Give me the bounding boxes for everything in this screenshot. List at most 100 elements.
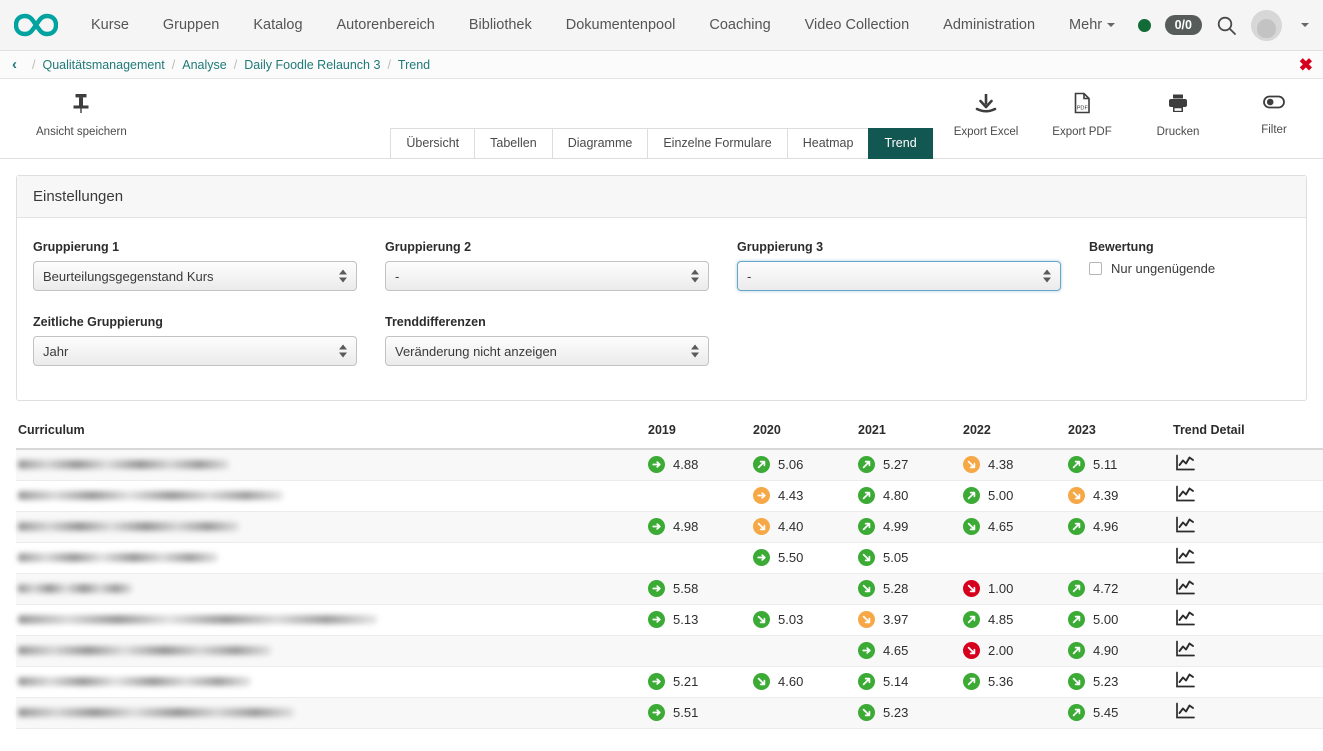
main-content: Einstellungen Gruppierung 1 Beurteilungs…	[0, 159, 1323, 729]
line-chart-icon[interactable]	[1173, 516, 1195, 537]
cell-value-2023: 5.00	[1068, 604, 1173, 635]
pdf-file-icon: PDF	[1072, 92, 1092, 119]
gruppierung-1-select[interactable]: Beurteilungsgegenstand Kurs	[33, 261, 357, 291]
line-chart-icon[interactable]	[1173, 702, 1195, 723]
breadcrumb-separator: /	[234, 58, 237, 72]
trend-arrow-up-icon	[858, 673, 875, 690]
top-navigation-bar: Kurse Gruppen Katalog Autorenbereich Bib…	[0, 0, 1323, 51]
cell-value-2022: 4.38	[963, 449, 1068, 480]
tab-uebersicht[interactable]: Übersicht	[390, 128, 474, 159]
tab-trend[interactable]: Trend	[868, 128, 932, 159]
nav-label: Autorenbereich	[337, 17, 435, 33]
nav-item-autorenbereich[interactable]: Autorenbereich	[320, 9, 452, 41]
cell-value-2019: 4.98	[648, 511, 753, 542]
nav-item-bibliothek[interactable]: Bibliothek	[452, 9, 549, 41]
field-trenddifferenzen: Trenddifferenzen Veränderung nicht anzei…	[385, 309, 709, 380]
line-chart-icon[interactable]	[1173, 640, 1195, 661]
trend-arrow-right-icon	[648, 611, 665, 628]
cell-curriculum-name	[16, 511, 648, 542]
trend-arrow-up-icon	[1068, 580, 1085, 597]
nav-item-gruppen[interactable]: Gruppen	[146, 9, 236, 41]
cell-trend-detail	[1173, 449, 1323, 480]
trend-arrow-down-icon	[753, 673, 770, 690]
table-row: 4.984.404.994.654.96	[16, 511, 1323, 542]
infinity-logo[interactable]	[12, 10, 60, 40]
trend-arrow-right-icon	[648, 704, 665, 721]
nav-item-administration[interactable]: Administration	[926, 9, 1052, 41]
cell-value-2023: 4.96	[1068, 511, 1173, 542]
trend-arrow-up-icon	[1068, 642, 1085, 659]
breadcrumb-back-chevron-left-icon[interactable]: ‹	[12, 56, 17, 73]
table-row: 5.515.235.45	[16, 697, 1323, 728]
cell-curriculum-name	[16, 480, 648, 511]
trend-arrow-down-icon	[963, 580, 980, 597]
trend-arrow-up-icon	[858, 456, 875, 473]
gruppierung-2-label: Gruppierung 2	[385, 240, 709, 254]
table-row: 4.434.805.004.39	[16, 480, 1323, 511]
nur-ungenuegende-checkbox[interactable]	[1089, 262, 1102, 275]
user-avatar[interactable]	[1251, 10, 1282, 41]
search-icon[interactable]	[1216, 15, 1237, 36]
redacted-curriculum-label	[18, 708, 294, 717]
nav-item-kurse[interactable]: Kurse	[74, 9, 146, 41]
line-chart-icon[interactable]	[1173, 454, 1195, 475]
value-label: 4.85	[988, 612, 1013, 627]
trend-table-head: Curriculum 2019 2020 2021 2022 2023 Tren…	[16, 423, 1323, 449]
nav-label: Bibliothek	[469, 17, 532, 33]
zeitliche-gruppierung-select[interactable]: Jahr	[33, 336, 357, 366]
trend-arrow-up-icon	[1068, 704, 1085, 721]
value-label: 4.65	[883, 643, 908, 658]
trend-arrow-down-icon	[753, 611, 770, 628]
nur-ungenuegende-checkbox-row[interactable]: Nur ungenügende	[1089, 261, 1290, 276]
cell-value-2022: 1.00	[963, 573, 1068, 604]
breadcrumb-item-trend[interactable]: Trend	[398, 58, 430, 72]
trend-table-body: 4.885.065.274.385.114.434.805.004.394.98…	[16, 449, 1323, 728]
trend-arrow-down-icon	[858, 704, 875, 721]
value-label: 5.50	[778, 550, 803, 565]
cell-value-2019: 5.13	[648, 604, 753, 635]
col-header-2022: 2022	[963, 423, 1068, 449]
toggle-icon	[1262, 92, 1286, 117]
line-chart-icon[interactable]	[1173, 547, 1195, 568]
nav-item-mehr[interactable]: Mehr	[1052, 9, 1132, 41]
nav-label: Video Collection	[805, 17, 910, 33]
line-chart-icon[interactable]	[1173, 578, 1195, 599]
table-row: 5.50 5.05	[16, 542, 1323, 573]
cell-value-2021: 5.05	[858, 542, 963, 573]
value-label: 4.72	[1093, 581, 1118, 596]
close-icon[interactable]: ✖	[1299, 56, 1313, 73]
trenddifferenzen-select[interactable]: Veränderung nicht anzeigen	[385, 336, 709, 366]
line-chart-icon[interactable]	[1173, 485, 1195, 506]
gruppierung-1-value: Beurteilungsgegenstand Kurs	[43, 269, 214, 284]
cell-trend-detail	[1173, 635, 1323, 666]
nav-item-video-collection[interactable]: Video Collection	[788, 9, 927, 41]
tab-tabellen[interactable]: Tabellen	[474, 128, 552, 159]
col-header-2019: 2019	[648, 423, 753, 449]
gruppierung-3-select[interactable]: -	[737, 261, 1061, 291]
breadcrumb: ‹ / Qualitätsmanagement / Analyse / Dail…	[0, 51, 1323, 79]
user-menu-chevron-down-icon[interactable]	[1301, 23, 1309, 27]
trend-arrow-up-icon	[753, 456, 770, 473]
nav-item-dokumentenpool[interactable]: Dokumentenpool	[549, 9, 693, 41]
breadcrumb-item-daily-foodle-relaunch-3[interactable]: Daily Foodle Relaunch 3	[244, 58, 380, 72]
cell-curriculum-name	[16, 635, 648, 666]
line-chart-icon[interactable]	[1173, 671, 1195, 692]
tab-einzelne-formulare[interactable]: Einzelne Formulare	[647, 128, 786, 159]
line-chart-icon[interactable]	[1173, 609, 1195, 630]
zeitliche-gruppierung-value: Jahr	[43, 344, 68, 359]
tab-heatmap[interactable]: Heatmap	[787, 128, 869, 159]
gruppierung-2-select[interactable]: -	[385, 261, 709, 291]
tab-diagramme[interactable]: Diagramme	[552, 128, 648, 159]
gruppierung-1-label: Gruppierung 1	[33, 240, 357, 254]
nav-item-katalog[interactable]: Katalog	[236, 9, 319, 41]
bewertung-label: Bewertung	[1089, 240, 1290, 254]
nav-item-coaching[interactable]: Coaching	[692, 9, 787, 41]
select-spinner-icon	[339, 270, 347, 283]
notification-count-badge[interactable]: 0/0	[1165, 15, 1202, 35]
breadcrumb-item-analyse[interactable]: Analyse	[182, 58, 226, 72]
cell-value-2021: 5.27	[858, 449, 963, 480]
printer-icon	[1167, 92, 1189, 119]
breadcrumb-item-qualitaetsmanagement[interactable]: Qualitätsmanagement	[42, 58, 164, 72]
value-label: 5.06	[778, 457, 803, 472]
cell-trend-detail	[1173, 697, 1323, 728]
